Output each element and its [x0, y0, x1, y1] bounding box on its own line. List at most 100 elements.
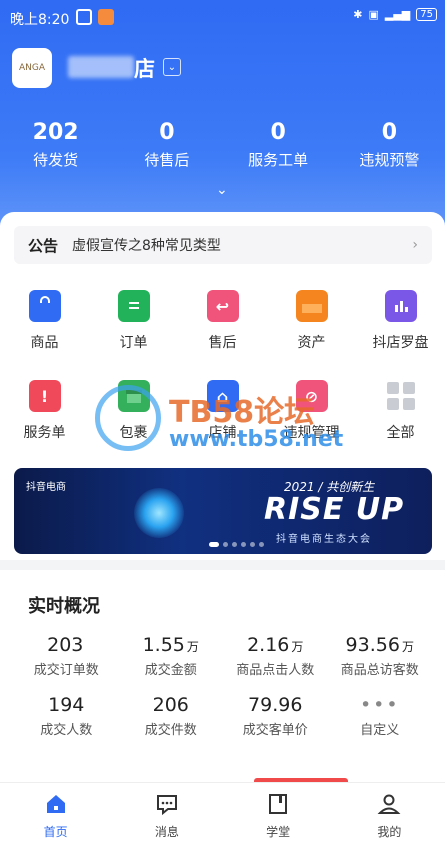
grid-item-compass[interactable]: 抖店罗盘: [356, 290, 445, 380]
tab-label: 消息: [154, 825, 179, 839]
stat-value: 202: [32, 120, 79, 145]
grid-item-label: 订单: [119, 335, 148, 351]
stat-pending-aftersale[interactable]: 0 待售后: [111, 120, 222, 170]
realtime-overview: 实时概况 203 成交订单数 1.55 万 成交金额 2.16 万 商品点击人数 9…: [14, 570, 432, 780]
announcement-tag: 公告: [28, 236, 59, 255]
shop-name-blurred: [68, 56, 134, 78]
banner-brand: 抖音电商: [26, 482, 66, 493]
bar-chart-icon: [384, 290, 417, 322]
wallet-icon: [295, 290, 328, 322]
tab-profile[interactable]: 我的: [334, 783, 445, 844]
order-stats: 202 待发货 0 待售后 0 服务工单 0 违规预警: [0, 120, 445, 170]
grid-item-label: 服务单: [23, 425, 66, 441]
tab-academy[interactable]: 学堂: [223, 783, 334, 844]
metric-label: 成交订单数: [33, 663, 99, 678]
store-icon: ⌂: [206, 380, 239, 412]
app-notification-icon: [76, 9, 92, 25]
metrics-row: 194 成交人数 206 成交件数 79.96 成交客单价 ••• 自定义: [14, 694, 432, 738]
grid-all-icon: [385, 380, 417, 412]
announcement-bar[interactable]: 公告 虚假宣传之8种常见类型 ›: [14, 226, 432, 264]
tab-label: 学堂: [266, 825, 291, 839]
grid-item-all[interactable]: 全部: [356, 380, 445, 470]
grid-item-label: 售后: [208, 335, 237, 351]
alert-icon: !: [28, 380, 61, 412]
pagination-dot: [259, 542, 264, 547]
stat-label: 待售后: [144, 151, 190, 169]
grid-item-label: 抖店罗盘: [372, 335, 429, 351]
chevron-down-icon[interactable]: ⌄: [163, 58, 181, 76]
pagination-dot: [209, 542, 219, 547]
metric-clicks[interactable]: 2.16 万 商品点击人数: [223, 634, 328, 678]
battery-icon: 75: [416, 8, 437, 21]
metric-value: 79.96: [248, 694, 303, 716]
package-icon: [117, 380, 150, 412]
grid-item-store[interactable]: ⌂ 店铺: [178, 380, 267, 470]
tab-label: 我的: [377, 825, 402, 839]
grid-item-label: 包裹: [119, 425, 148, 441]
shopping-bag-icon: [28, 290, 61, 322]
home-icon: [43, 791, 69, 817]
stat-value: 0: [159, 120, 175, 145]
grid-item-label: 店铺: [208, 425, 237, 441]
stat-value: 0: [270, 120, 286, 145]
banner-headline: RISE UP: [264, 492, 405, 527]
book-icon: [265, 791, 291, 817]
grid-item-packages[interactable]: 包裹: [89, 380, 178, 470]
user-icon: [376, 791, 402, 817]
grid-item-orders[interactable]: 订单: [89, 290, 178, 380]
hd-icon: ▣: [368, 8, 379, 21]
shop-logo[interactable]: ANGA: [12, 48, 52, 88]
metric-value: 194: [48, 694, 85, 716]
shop-logo-text: ANGA: [18, 63, 46, 73]
chevron-right-icon: ›: [412, 237, 418, 253]
promo-banner[interactable]: 抖音电商 2021 / 共创新生 RISE UP 抖音电商生态大会: [14, 468, 432, 554]
status-bar: 晚上8:20 ✱ ▣ ▂▄▆ 75: [0, 0, 445, 34]
stat-value: 0: [381, 120, 398, 145]
stat-label: 违规预警: [359, 151, 420, 169]
stat-violation-warning[interactable]: 0 违规预警: [334, 120, 445, 170]
app-notification-icon: [98, 9, 114, 25]
shop-name[interactable]: 店: [134, 53, 155, 83]
metric-value: 93.56: [345, 634, 400, 656]
metrics-row: 203 成交订单数 1.55 万 成交金额 2.16 万 商品点击人数 93.56 万…: [14, 634, 432, 678]
grid-item-service-orders[interactable]: ! 服务单: [0, 380, 89, 470]
expand-chevron-icon[interactable]: ⌄: [216, 182, 228, 198]
metric-value: 206: [152, 694, 189, 716]
grid-item-label: 商品: [30, 335, 59, 351]
tab-label: 首页: [43, 825, 68, 839]
metric-label: 成交人数: [40, 723, 93, 738]
tab-home[interactable]: 首页: [0, 783, 111, 844]
metric-buyers[interactable]: 194 成交人数: [14, 694, 119, 738]
grid-item-violations[interactable]: ⊘ 违规管理: [267, 380, 356, 470]
metric-items[interactable]: 206 成交件数: [119, 694, 224, 738]
grid-item-aftersale[interactable]: ↩ 售后: [178, 290, 267, 380]
status-time: 晚上8:20: [10, 12, 70, 28]
stat-service-tickets[interactable]: 0 服务工单: [223, 120, 334, 170]
metric-avg-price[interactable]: 79.96 成交客单价: [223, 694, 328, 738]
metric-unit: 万: [401, 640, 414, 654]
pagination-dot: [241, 542, 246, 547]
order-list-icon: [117, 290, 150, 322]
grid-item-label: 资产: [297, 335, 326, 351]
pagination-dot: [232, 542, 237, 547]
metric-visitors[interactable]: 93.56 万 商品总访客数: [328, 634, 433, 678]
stat-label: 服务工单: [248, 151, 309, 169]
grid-item-label: 全部: [386, 425, 415, 441]
metric-customize[interactable]: ••• 自定义: [328, 694, 433, 738]
banner-pagination: [209, 542, 264, 547]
stat-pending-shipment[interactable]: 202 待发货: [0, 120, 111, 170]
grid-item-assets[interactable]: 资产: [267, 290, 356, 380]
banner-subtitle: 抖音电商生态大会: [276, 534, 372, 545]
metric-unit: 万: [291, 640, 304, 654]
grid-item-products[interactable]: 商品: [0, 290, 89, 380]
bluetooth-icon: ✱: [353, 8, 363, 21]
grid-item-label: 违规管理: [283, 425, 340, 441]
section-separator: [0, 560, 445, 570]
tab-messages[interactable]: 消息: [111, 783, 222, 844]
metric-value: 203: [47, 634, 84, 656]
metric-orders[interactable]: 203 成交订单数: [14, 634, 119, 678]
pagination-dot: [250, 542, 255, 547]
metric-gmv[interactable]: 1.55 万 成交金额: [119, 634, 224, 678]
metric-value: 1.55: [142, 634, 185, 656]
metric-label: 成交金额: [144, 663, 197, 678]
